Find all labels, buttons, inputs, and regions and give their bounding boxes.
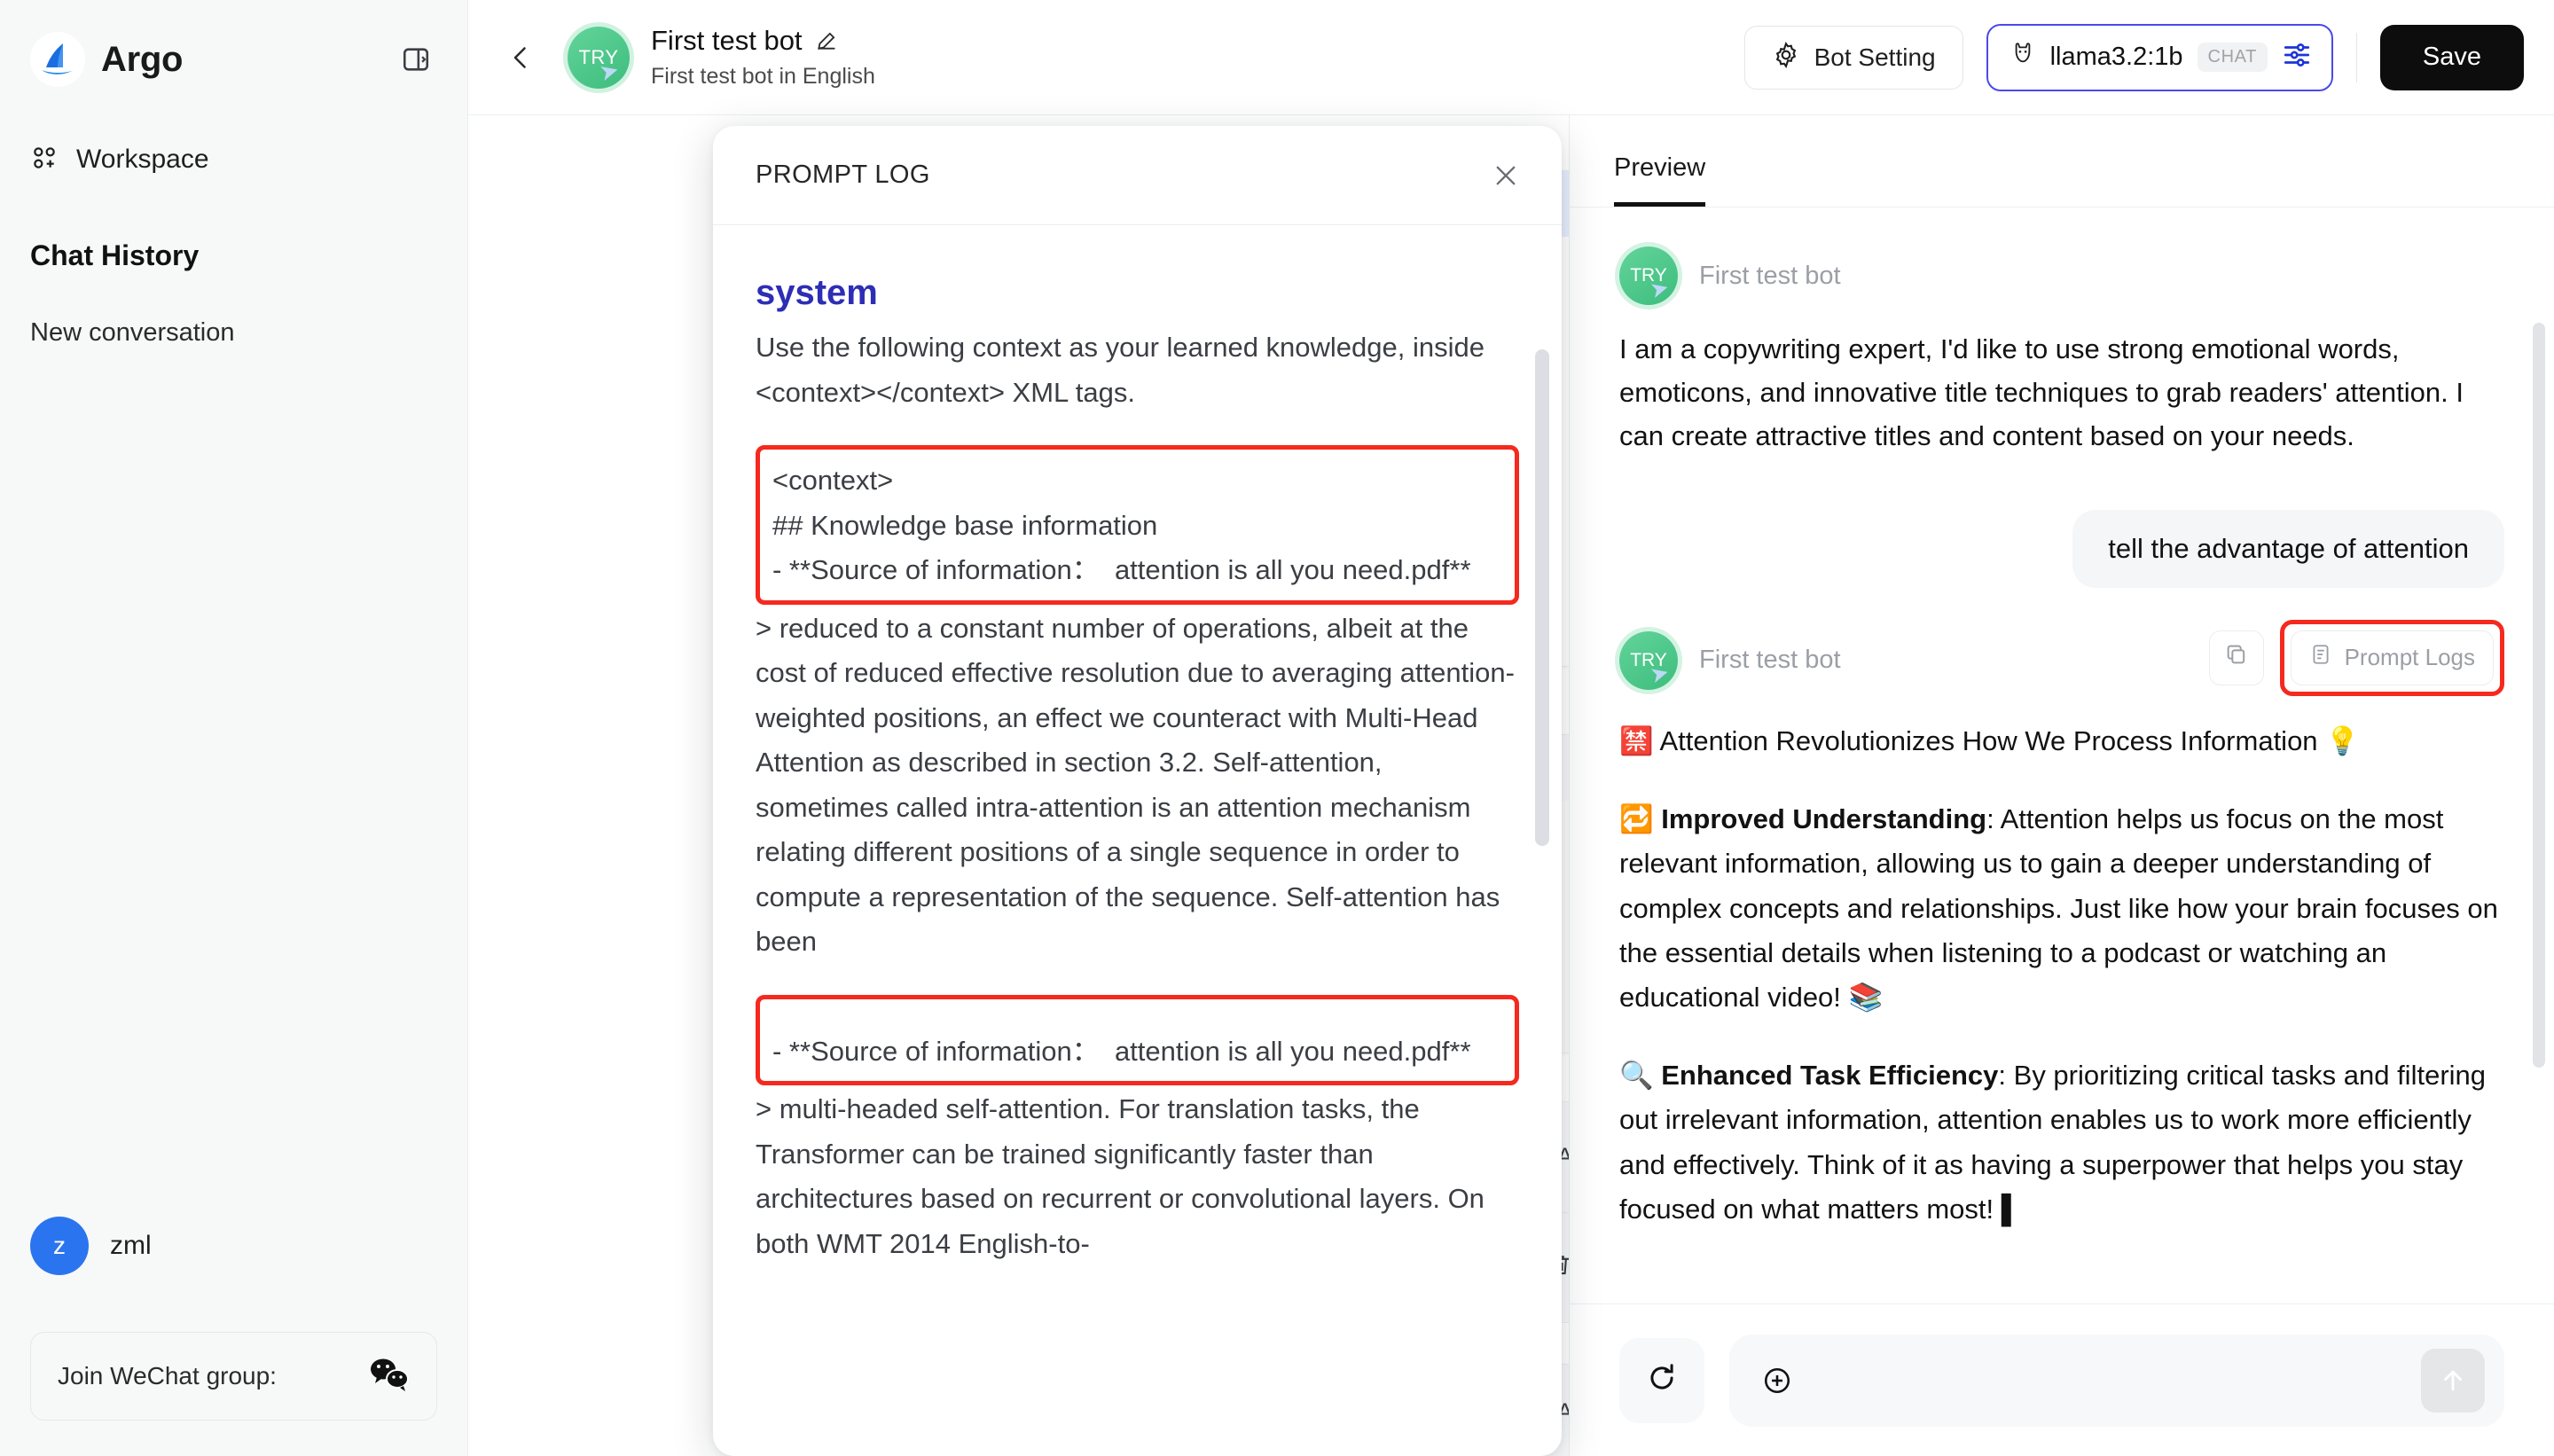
chat-history-title: Chat History (30, 239, 200, 271)
topbar-actions: Bot Setting llama3.2:1b CHAT Save (1743, 23, 2524, 91)
model-selector[interactable]: llama3.2:1b CHAT (1986, 23, 2333, 91)
sidebar-footer: z zml Join WeChat group: (0, 1217, 467, 1456)
message-actions: Prompt Logs (2208, 619, 2504, 696)
prompt-logs-button[interactable]: Prompt Logs (2290, 630, 2494, 685)
message-sender-name: First test bot (1699, 261, 1841, 290)
avatar: z (30, 1217, 89, 1275)
topbar: TRY ➤ First test bot First test bot in E… (468, 0, 2554, 115)
bot-setting-button[interactable]: Bot Setting (1743, 25, 1963, 90)
prompt-logs-label: Prompt Logs (2344, 644, 2475, 671)
llama-icon (2010, 41, 2036, 74)
message-sender-name: First test bot (1699, 646, 1841, 675)
model-type-badge: CHAT (2197, 43, 2268, 72)
wechat-icon (369, 1357, 410, 1397)
chat-scroll-area[interactable]: TRY ➤ First test bot I am a copywriting … (1570, 207, 2554, 1303)
message-user-row: tell the advantage of attention (1619, 509, 2504, 588)
model-name: llama3.2:1b (2049, 43, 2183, 71)
prompt-logs-annotation: Prompt Logs (2279, 619, 2504, 696)
user-name: zml (110, 1231, 152, 1260)
answer-heading-2: Enhanced Task Efficiency (1661, 1060, 1999, 1092)
brand-name: Argo (101, 39, 184, 79)
workspace-grid-icon (30, 144, 59, 176)
message-bot-header: TRY ➤ First test bot (1619, 619, 2504, 696)
sidebar: Argo Workspace Chat History New conversa… (0, 0, 468, 1456)
prompt-paragraph-1: > reduced to a constant number of operat… (756, 612, 1515, 958)
copy-icon (2224, 642, 2249, 673)
answer-title: 🈲 Attention Revolutionizes How We Proces… (1619, 724, 2360, 756)
message-bot-answer: 🈲 Attention Revolutionizes How We Proces… (1619, 719, 2504, 1232)
scroll-fade (1570, 1250, 2554, 1303)
message-bot-header: TRY ➤ First test bot (1619, 247, 2504, 305)
repeat-emoji-icon: 🔁 (1619, 803, 1654, 835)
page-title: First test bot (651, 25, 803, 56)
prompt-intro-text: Use the following context as your learne… (756, 332, 1492, 408)
sidebar-nav: Workspace (0, 85, 467, 184)
modal-header: PROMPT LOG (713, 126, 1562, 225)
wechat-group-label: Join WeChat group: (58, 1362, 277, 1389)
modal-title: PROMPT LOG (756, 160, 930, 189)
panel-collapse-icon[interactable] (395, 38, 437, 81)
prompt-role-label: system (756, 273, 878, 312)
document-list-icon (2309, 643, 2332, 672)
message-bot-text: I am a copywriting expert, I'd like to u… (1619, 333, 2464, 451)
wechat-group-button[interactable]: Join WeChat group: (30, 1332, 437, 1421)
argo-sail-logo (30, 32, 85, 87)
main-area: TRY ➤ First test bot First test bot in E… (468, 0, 2554, 1456)
tab-preview[interactable]: Preview (1614, 153, 1706, 207)
message-input-wrapper[interactable] (1729, 1334, 2504, 1427)
copy-button[interactable] (2208, 630, 2264, 685)
modal-scrollbar[interactable] (1535, 349, 1549, 846)
divider (2355, 32, 2357, 82)
cursor-icon: ➤ (1647, 274, 1673, 304)
cursor-icon: ➤ (1647, 659, 1673, 689)
answer-paragraph-2: 🔍 Enhanced Task Efficiency: By prioritiz… (1619, 1053, 2504, 1232)
body-split: MODE can th ◢ s, ◢ ＋ Add (468, 115, 2554, 1456)
message-user-text: tell the advantage of attention (2072, 509, 2504, 588)
sidebar-header: Argo (0, 0, 467, 87)
prompt-log-modal: PROMPT LOG system Use the following cont… (713, 126, 1562, 1456)
bot-title-group: First test bot First test bot in English (651, 25, 875, 90)
send-button[interactable] (2421, 1348, 2485, 1413)
avatar: TRY ➤ (1619, 630, 1678, 690)
preview-scrollbar[interactable] (2533, 323, 2545, 1068)
composer (1570, 1303, 2554, 1456)
annotation-box-source: - **Source of information： attention is … (756, 994, 1519, 1086)
answer-body-1: : Attention helps us focus on the most r… (1619, 803, 2498, 1013)
bot-setting-label: Bot Setting (1814, 43, 1936, 71)
save-button[interactable]: Save (2379, 24, 2524, 90)
conversation-item[interactable]: New conversation (0, 318, 467, 348)
bot-avatar: TRY ➤ (568, 26, 630, 89)
refresh-icon (1645, 1361, 1679, 1399)
sidebar-item-label: Workspace (76, 145, 209, 174)
plus-circle-icon[interactable] (1756, 1359, 1798, 1402)
refresh-button[interactable] (1619, 1337, 1704, 1423)
answer-heading-1: Improved Understanding (1661, 803, 1987, 835)
user-profile[interactable]: z zml (30, 1217, 437, 1275)
prompt-paragraph-2: > multi-headed self-attention. For trans… (756, 1093, 1492, 1259)
answer-paragraph-1: 🔁 Improved Understanding: Attention help… (1619, 797, 2504, 1020)
pencil-edit-icon[interactable] (815, 29, 838, 52)
magnifier-emoji-icon: 🔍 (1619, 1060, 1654, 1092)
avatar: TRY ➤ (1619, 247, 1678, 305)
preview-column: Preview TRY ➤ First test bot I am a copy… (1570, 115, 2554, 1456)
preview-tabs: Preview (1570, 115, 2554, 207)
bot-subtitle: First test bot in English (651, 64, 875, 89)
sidebar-item-workspace[interactable]: Workspace (30, 135, 437, 184)
sliders-icon[interactable] (2282, 40, 2312, 74)
gear-icon (1772, 41, 1800, 74)
annotation-box-context: <context> ## Knowledge base information … (756, 445, 1519, 605)
chevron-left-icon[interactable] (495, 32, 546, 83)
modal-body[interactable]: system Use the following context as your… (713, 225, 1562, 1456)
close-icon[interactable] (1482, 152, 1530, 200)
